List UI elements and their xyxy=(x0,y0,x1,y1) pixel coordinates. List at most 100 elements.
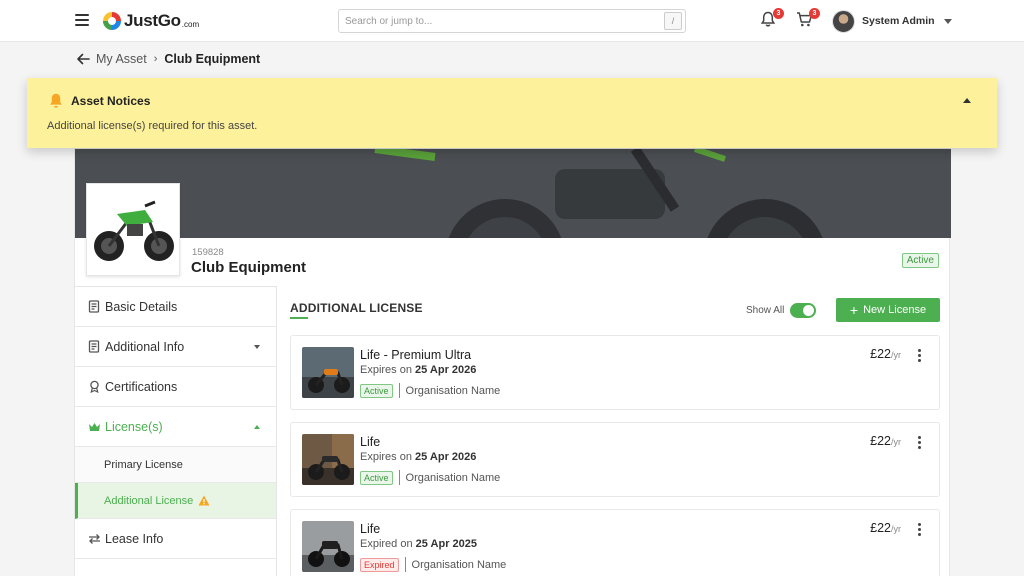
sidebar-item-additional-info[interactable]: Additional Info xyxy=(75,327,276,367)
organisation-name: Organisation Name xyxy=(405,471,501,484)
avatar xyxy=(832,9,855,33)
license-card[interactable]: Life Expires on 25 Apr 2026 Active Organ… xyxy=(290,422,940,497)
new-license-button[interactable]: + New License xyxy=(836,298,940,322)
chevron-down-icon xyxy=(943,18,952,24)
more-options-icon[interactable] xyxy=(918,523,922,538)
divider xyxy=(404,557,406,572)
license-image xyxy=(302,347,354,398)
sidebar-item-additional-license[interactable]: Additional License xyxy=(75,483,276,519)
top-bar: JustGo .com / 3 3 System Admin xyxy=(0,0,1024,42)
license-card[interactable]: Life Expired on 25 Apr 2025 Expired Orga… xyxy=(290,509,940,576)
chevron-up-icon xyxy=(254,425,260,429)
search-shortcut: / xyxy=(664,12,682,30)
logo-text: JustGo xyxy=(124,11,181,30)
cart-button[interactable]: 3 xyxy=(796,8,820,31)
license-price: £22/yr xyxy=(870,521,901,535)
divider xyxy=(398,470,400,485)
logo[interactable]: JustGo .com xyxy=(103,10,199,32)
license-card[interactable]: Life - Premium Ultra Expires on 25 Apr 2… xyxy=(290,335,940,410)
cover-banner xyxy=(75,149,951,238)
license-name: Life - Premium Ultra xyxy=(360,348,472,362)
motorcycle-image xyxy=(302,434,354,485)
expiry-date: 25 Apr 2026 xyxy=(415,451,477,463)
sidebar-item-basic-details[interactable]: Basic Details xyxy=(75,287,276,327)
new-license-label: New License xyxy=(863,304,927,316)
sidebar-item-primary-license[interactable]: Primary License xyxy=(75,447,276,483)
expiry-date: 25 Apr 2025 xyxy=(415,538,478,550)
more-options-icon[interactable] xyxy=(918,349,922,364)
status-badge: Active xyxy=(901,253,939,268)
sidebar-item-lease-info[interactable]: Lease Info xyxy=(75,519,276,559)
sidebar-item-label: Basic Details xyxy=(105,299,178,314)
license-expiry: Expires on 25 Apr 2026 xyxy=(360,364,476,376)
award-icon xyxy=(90,380,99,393)
asset-notice: Asset Notices Additional license(s) requ… xyxy=(27,78,997,148)
license-price: £22/yr xyxy=(870,434,901,448)
menu-icon[interactable] xyxy=(75,14,89,26)
warning-icon xyxy=(198,495,210,506)
license-expiry: Expires on 25 Apr 2026 xyxy=(360,451,476,463)
plus-icon: + xyxy=(849,302,859,318)
info-document-icon xyxy=(88,340,100,353)
more-options-icon[interactable] xyxy=(918,436,922,451)
notifications-button[interactable]: 3 xyxy=(760,8,784,31)
swap-icon xyxy=(89,533,100,544)
expiry-prefix: Expires on xyxy=(360,364,412,376)
price-value: £22 xyxy=(870,521,891,535)
license-meta: Active Organisation Name xyxy=(360,383,500,398)
sidebar-item-label: Primary License xyxy=(104,458,183,471)
search-input[interactable] xyxy=(339,10,639,32)
logo-sub: .com xyxy=(181,19,200,29)
sidebar-item-certifications[interactable]: Certifications xyxy=(75,367,276,407)
search-box[interactable]: / xyxy=(338,9,686,33)
logo-mark-icon xyxy=(103,12,121,30)
license-image xyxy=(302,521,354,572)
user-menu[interactable]: System Admin xyxy=(832,9,952,33)
notice-title: Asset Notices xyxy=(49,93,150,109)
breadcrumb-parent[interactable]: My Asset xyxy=(96,52,147,66)
show-all-label: Show All xyxy=(746,305,785,316)
breadcrumb-current: Club Equipment xyxy=(164,52,261,66)
notice-message: Additional license(s) required for this … xyxy=(47,120,258,132)
show-all-toggle[interactable]: Show All xyxy=(746,303,817,318)
license-expiry: Expired on 25 Apr 2025 xyxy=(360,538,477,550)
sidebar-item-licenses[interactable]: License(s) xyxy=(75,407,276,447)
license-image xyxy=(302,434,354,485)
license-meta: Active Organisation Name xyxy=(360,470,500,485)
sidebar-item-label: Additional Info xyxy=(105,339,185,354)
toggle-switch[interactable] xyxy=(790,303,817,318)
status-badge: Active xyxy=(360,470,393,485)
expiry-date: 25 Apr 2026 xyxy=(415,364,477,376)
sidebar-item-label: Certifications xyxy=(105,379,178,394)
license-name: Life xyxy=(360,522,381,536)
document-icon xyxy=(88,300,100,313)
expiry-prefix: Expired on xyxy=(360,538,413,550)
collapse-icon[interactable] xyxy=(963,98,971,103)
back-arrow-icon[interactable] xyxy=(76,52,90,66)
organisation-name: Organisation Name xyxy=(411,558,507,571)
price-value: £22 xyxy=(870,434,891,448)
license-name: Life xyxy=(360,435,381,449)
motorbike-cover-image xyxy=(75,149,951,238)
motorcycle-image xyxy=(302,347,354,398)
status-badge: Expired xyxy=(360,557,399,572)
license-price: £22/yr xyxy=(870,347,901,361)
dirt-bike-image xyxy=(87,184,179,275)
divider xyxy=(398,383,400,398)
license-meta: Expired Organisation Name xyxy=(360,557,506,572)
sidebar-item-label: Additional License xyxy=(104,494,194,507)
asset-name: Club Equipment xyxy=(191,259,306,276)
breadcrumb: My Asset › Club Equipment xyxy=(76,52,260,66)
status-badge: Active xyxy=(360,383,393,398)
notice-title-text: Asset Notices xyxy=(71,94,151,108)
sidebar-item-label: Lease Info xyxy=(105,531,164,546)
price-period: /yr xyxy=(891,437,901,447)
title-underline xyxy=(290,317,308,319)
cart-badge: 3 xyxy=(809,8,820,19)
organisation-name: Organisation Name xyxy=(405,384,501,397)
chevron-right-icon: › xyxy=(153,53,158,65)
motorcycle-image xyxy=(302,521,354,572)
crown-icon xyxy=(89,422,100,431)
asset-id: 159828 xyxy=(192,247,224,258)
panel-title: ADDITIONAL LICENSE xyxy=(290,301,423,315)
